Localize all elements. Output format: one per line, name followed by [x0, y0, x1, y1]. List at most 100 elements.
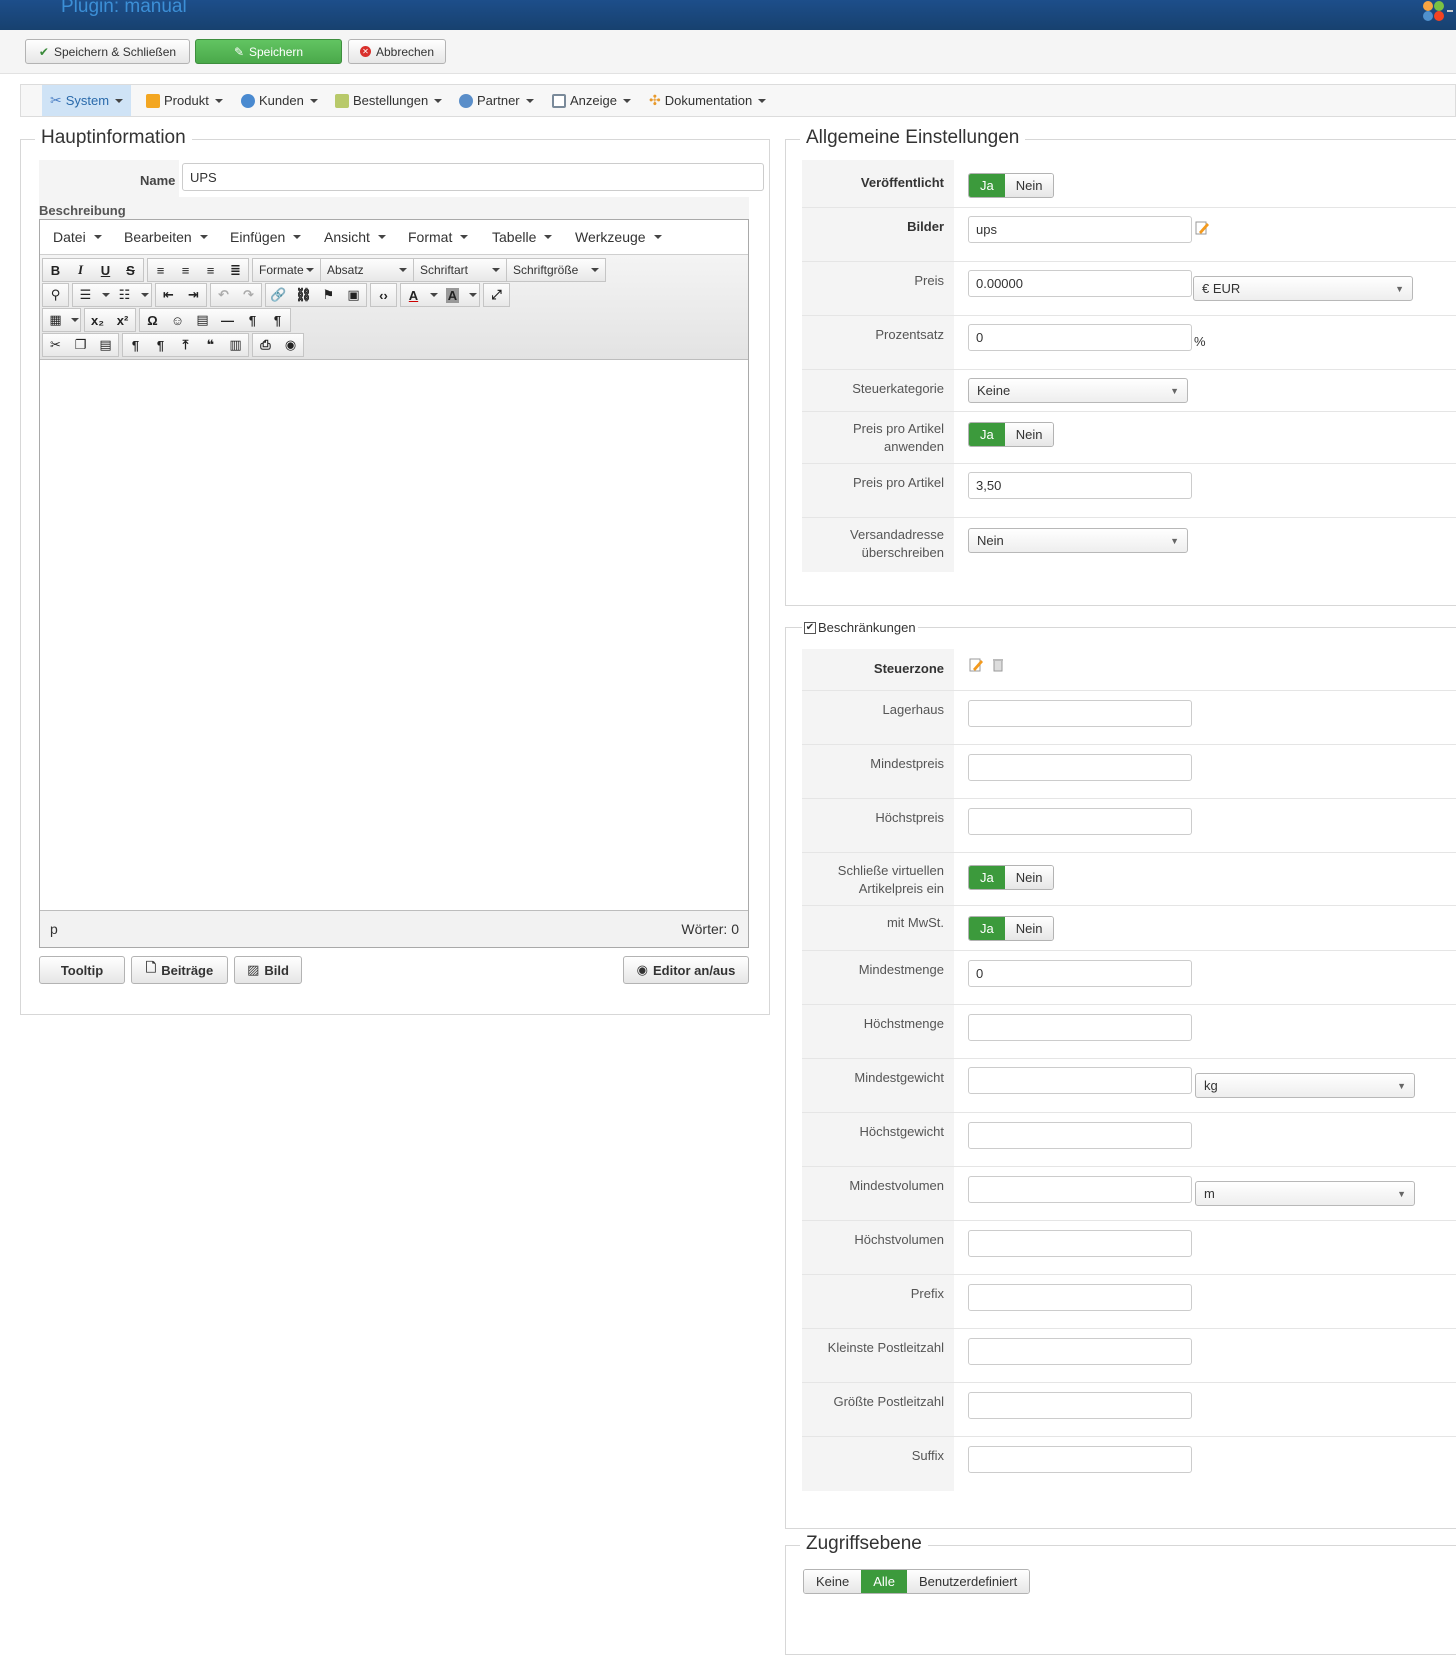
max-weight-input[interactable] [968, 1122, 1192, 1149]
delete-icon[interactable] [990, 657, 1006, 673]
text-color-dropdown-icon[interactable] [426, 284, 440, 306]
formats-select[interactable]: Formate [253, 259, 321, 281]
code-icon[interactable]: ‹› [371, 284, 396, 306]
menu-display[interactable]: Anzeige [544, 85, 639, 116]
images-input[interactable]: ups [968, 216, 1192, 243]
suffix-input[interactable] [968, 1446, 1192, 1473]
bullet-list-dropdown-icon[interactable] [98, 284, 112, 306]
rtl-icon[interactable]: ¶ [265, 309, 290, 331]
min-price-input[interactable] [968, 754, 1192, 781]
volume-unit-select[interactable]: m ▼ [1195, 1181, 1415, 1206]
outdent-icon[interactable]: ⇤ [156, 284, 181, 306]
with-vat-yes[interactable]: Ja [969, 917, 1005, 940]
with-vat-no[interactable]: Nein [1004, 917, 1054, 940]
font-size-select[interactable]: Schriftgröße [507, 259, 605, 281]
currency-select[interactable]: € EUR ▼ [1193, 276, 1413, 301]
name-input[interactable]: UPS [182, 163, 764, 191]
align-right-icon[interactable]: ≡ [198, 259, 223, 281]
table-dropdown-icon[interactable] [68, 309, 80, 331]
editor-menu-file[interactable]: Datei [53, 229, 102, 245]
menu-product[interactable]: Produkt [138, 85, 231, 116]
prefix-input[interactable] [968, 1284, 1192, 1311]
access-level-toggle[interactable]: Keine Alle Benutzerdefiniert [803, 1569, 1031, 1594]
per-item-apply-toggle[interactable]: Ja Nein [968, 422, 1055, 447]
access-all[interactable]: Alle [861, 1570, 907, 1593]
paragraph-icon[interactable]: ¶ [123, 334, 148, 356]
warehouse-input[interactable] [968, 700, 1192, 727]
menu-customers[interactable]: Kunden [233, 85, 326, 116]
editor-menu-insert[interactable]: Einfügen [230, 229, 302, 245]
edit-pencil-icon[interactable] [1194, 220, 1210, 236]
horizontal-rule-icon[interactable]: — [215, 309, 240, 331]
subscript-icon[interactable]: x₂ [85, 309, 110, 331]
include-virtual-no[interactable]: Nein [1004, 866, 1054, 889]
save-close-button[interactable]: ✔ Speichern & Schließen [25, 39, 190, 64]
per-item-apply-no[interactable]: Nein [1004, 423, 1054, 446]
text-color-icon[interactable]: A [401, 284, 426, 306]
align-left-icon[interactable]: ≡ [148, 259, 173, 281]
superscript-icon[interactable]: x² [110, 309, 135, 331]
cut-icon[interactable]: ✂ [43, 334, 68, 356]
include-virtual-toggle[interactable]: Ja Nein [968, 865, 1055, 890]
fullscreen-icon[interactable]: ⤢ [484, 284, 509, 306]
access-custom[interactable]: Benutzerdefiniert [906, 1570, 1030, 1593]
undo-icon[interactable]: ↶ [211, 284, 236, 306]
min-qty-input[interactable]: 0 [968, 960, 1192, 987]
show-blocks-icon[interactable]: ¶ [148, 334, 173, 356]
weight-unit-select[interactable]: kg ▼ [1195, 1073, 1415, 1098]
save-button[interactable]: ✎ Speichern [195, 39, 342, 64]
editor-content-area[interactable] [40, 360, 748, 910]
table-icon[interactable]: ▦ [43, 309, 68, 331]
special-char-icon[interactable]: Ω [140, 309, 165, 331]
find-replace-icon[interactable]: ⚲ [43, 284, 68, 306]
articles-button[interactable]: 🗋 Beiträge [131, 956, 228, 984]
paragraph-select[interactable]: Absatz [321, 259, 414, 281]
published-toggle[interactable]: Ja Nein [968, 173, 1055, 198]
published-yes[interactable]: Ja [969, 174, 1005, 197]
numbered-list-icon[interactable]: ☷ [112, 284, 137, 306]
menu-system[interactable]: ✂ System [42, 85, 132, 116]
min-volume-input[interactable] [968, 1176, 1192, 1203]
menu-documentation[interactable]: ✣ Dokumentation [641, 85, 774, 116]
ltr-icon[interactable]: ¶ [240, 309, 265, 331]
editor-menu-format[interactable]: Format [408, 229, 469, 245]
template-icon[interactable]: ▥ [223, 334, 248, 356]
tax-category-select[interactable]: Keine ▼ [968, 378, 1188, 403]
print-icon[interactable]: ⎙ [253, 334, 278, 356]
max-price-input[interactable] [968, 808, 1192, 835]
bold-icon[interactable]: B [43, 259, 68, 281]
indent-icon[interactable]: ⇥ [181, 284, 206, 306]
per-item-price-input[interactable]: 3,50 [968, 472, 1192, 499]
edit-pencil-icon[interactable] [968, 657, 984, 673]
bullet-list-icon[interactable]: ☰ [73, 284, 98, 306]
restrictions-checkbox[interactable]: ✔ [804, 621, 816, 634]
background-color-icon[interactable]: A [440, 284, 465, 306]
published-no[interactable]: Nein [1004, 174, 1054, 197]
cancel-button[interactable]: ✕ Abbrechen [348, 39, 446, 64]
unlink-icon[interactable]: ⛓ [291, 284, 316, 306]
max-qty-input[interactable] [968, 1014, 1192, 1041]
preview-icon[interactable]: ◉ [278, 334, 303, 356]
media-icon[interactable]: ▤ [190, 309, 215, 331]
max-volume-input[interactable] [968, 1230, 1192, 1257]
redo-icon[interactable]: ↷ [236, 284, 261, 306]
min-weight-input[interactable] [968, 1067, 1192, 1094]
editor-menu-view[interactable]: Ansicht [324, 229, 386, 245]
image-button[interactable]: ▨ Bild [234, 956, 302, 984]
price-input[interactable]: 0.00000 [968, 270, 1192, 297]
percent-input[interactable]: 0 [968, 324, 1192, 351]
blockquote-icon[interactable]: ❝ [198, 334, 223, 356]
underline-icon[interactable]: U [93, 259, 118, 281]
upload-icon[interactable]: ⤒ [173, 334, 198, 356]
access-none[interactable]: Keine [804, 1570, 862, 1593]
background-color-dropdown-icon[interactable] [465, 284, 479, 306]
menu-orders[interactable]: Bestellungen [327, 85, 450, 116]
max-zip-input[interactable] [968, 1392, 1192, 1419]
align-center-icon[interactable]: ≡ [173, 259, 198, 281]
include-virtual-yes[interactable]: Ja [969, 866, 1005, 889]
editor-menu-edit[interactable]: Bearbeiten [124, 229, 208, 245]
strikethrough-icon[interactable]: S [118, 259, 143, 281]
link-icon[interactable]: 🔗 [266, 284, 291, 306]
with-vat-toggle[interactable]: Ja Nein [968, 916, 1055, 941]
override-address-select[interactable]: Nein ▼ [968, 528, 1188, 553]
